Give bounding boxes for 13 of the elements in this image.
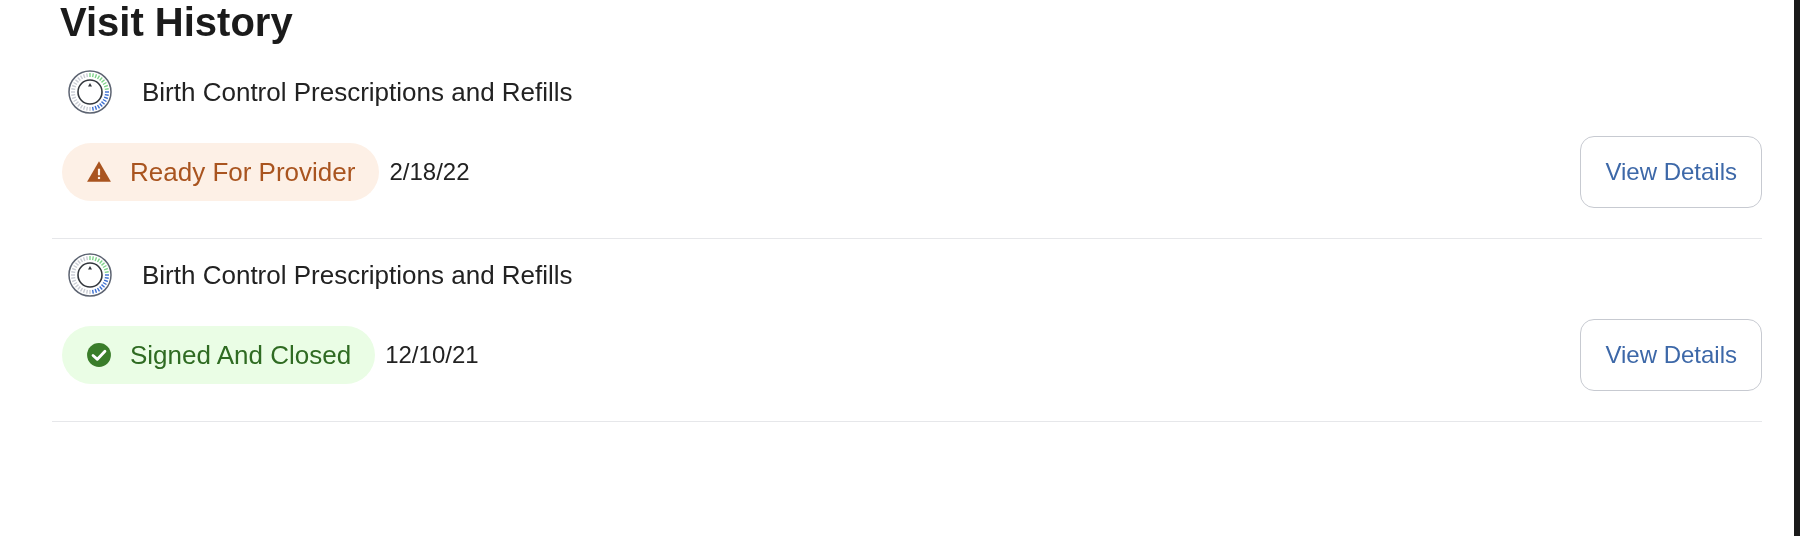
visit-name: Birth Control Prescriptions and Refills [142,259,573,291]
visit-name: Birth Control Prescriptions and Refills [142,76,573,108]
dial-icon [68,70,112,114]
view-details-button[interactable]: View Details [1580,136,1762,208]
visit-date: 12/10/21 [385,341,479,369]
check-circle-icon [86,342,112,368]
status-label: Signed And Closed [130,339,352,371]
dial-icon [68,253,112,297]
visit-date: 2/18/22 [389,158,470,186]
page-title: Visit History [60,0,294,44]
view-details-button[interactable]: View Details [1580,319,1762,391]
warning-icon [86,159,112,185]
status-label: Ready For Provider [130,156,356,188]
